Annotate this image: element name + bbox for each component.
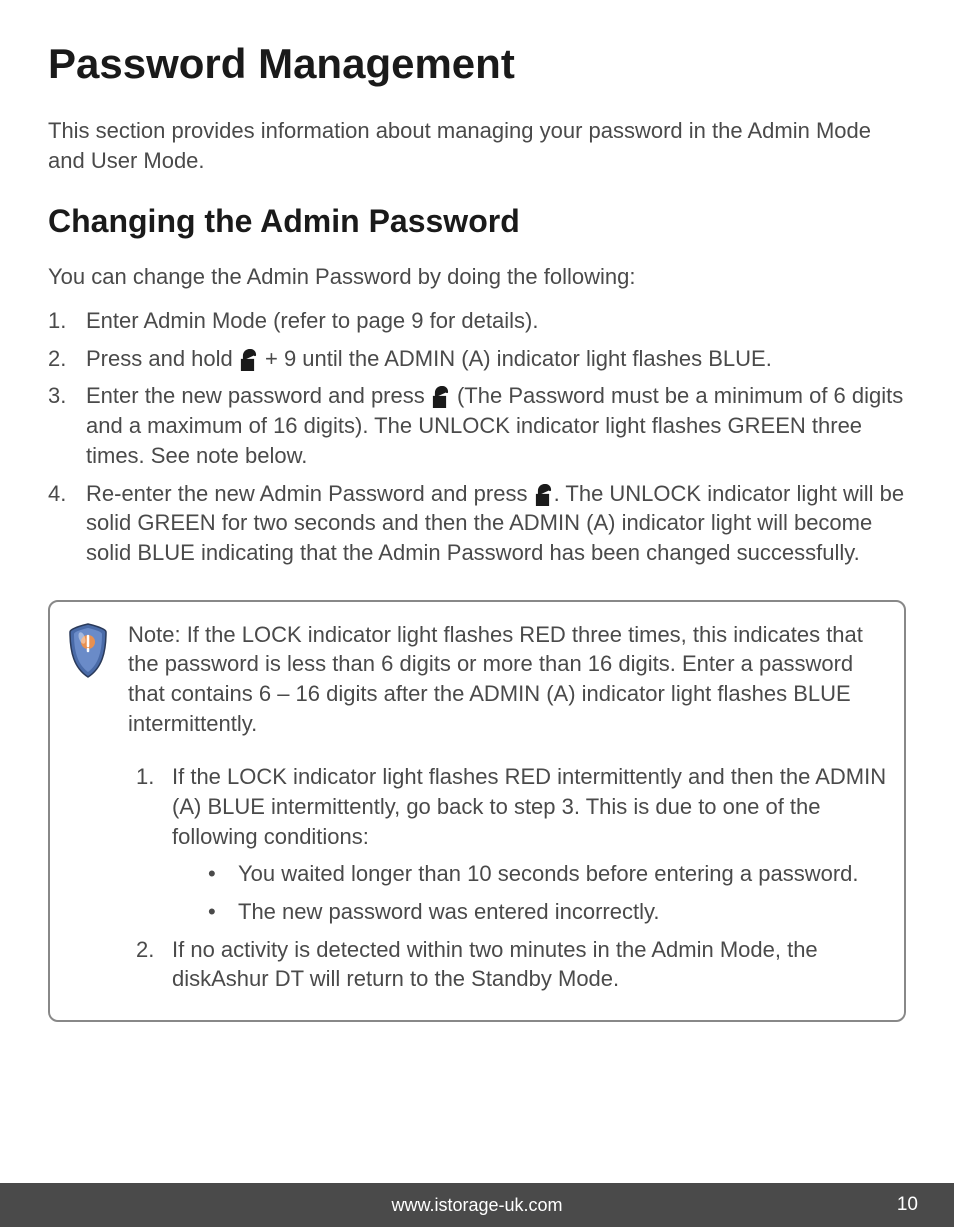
steps-list: Enter Admin Mode (refer to page 9 for de… <box>48 306 906 568</box>
step-2: Press and hold + 9 until the ADMIN (A) i… <box>48 344 906 374</box>
intro-paragraph: This section provides information about … <box>48 116 906 175</box>
note-text: Note: If the LOCK indicator light flashe… <box>128 620 888 739</box>
note-bullet-list: You waited longer than 10 seconds before… <box>172 859 888 926</box>
unlock-icon <box>239 349 259 371</box>
step-2-text-a: Press and hold <box>86 346 239 371</box>
note-item-1-text: If the LOCK indicator light flashes RED … <box>172 764 886 848</box>
warning-shield-icon <box>64 622 112 680</box>
unlock-icon <box>431 386 451 408</box>
note-item-1: If the LOCK indicator light flashes RED … <box>136 762 888 926</box>
note-item-2: If no activity is detected within two mi… <box>136 935 888 994</box>
step-3-text-a: Enter the new password and press <box>86 383 431 408</box>
page-number: 10 <box>897 1194 918 1216</box>
step-2-text-b: + 9 until the ADMIN (A) indicator light … <box>259 346 772 371</box>
lead-paragraph: You can change the Admin Password by doi… <box>48 262 906 292</box>
unlock-icon <box>534 484 554 506</box>
note-box: Note: If the LOCK indicator light flashe… <box>48 600 906 1023</box>
step-1: Enter Admin Mode (refer to page 9 for de… <box>48 306 906 336</box>
footer-url: www.istorage-uk.com <box>391 1195 562 1216</box>
page-title: Password Management <box>48 40 906 88</box>
section-heading: Changing the Admin Password <box>48 203 906 240</box>
note-bullet-1: You waited longer than 10 seconds before… <box>208 859 888 889</box>
note-bullet-2: The new password was entered incorrectly… <box>208 897 888 927</box>
note-list: If the LOCK indicator light flashes RED … <box>128 762 888 994</box>
step-4: Re-enter the new Admin Password and pres… <box>48 479 906 568</box>
step-3: Enter the new password and press (The Pa… <box>48 381 906 470</box>
step-4-text-a: Re-enter the new Admin Password and pres… <box>86 481 534 506</box>
page-footer: www.istorage-uk.com 10 <box>0 1183 954 1227</box>
